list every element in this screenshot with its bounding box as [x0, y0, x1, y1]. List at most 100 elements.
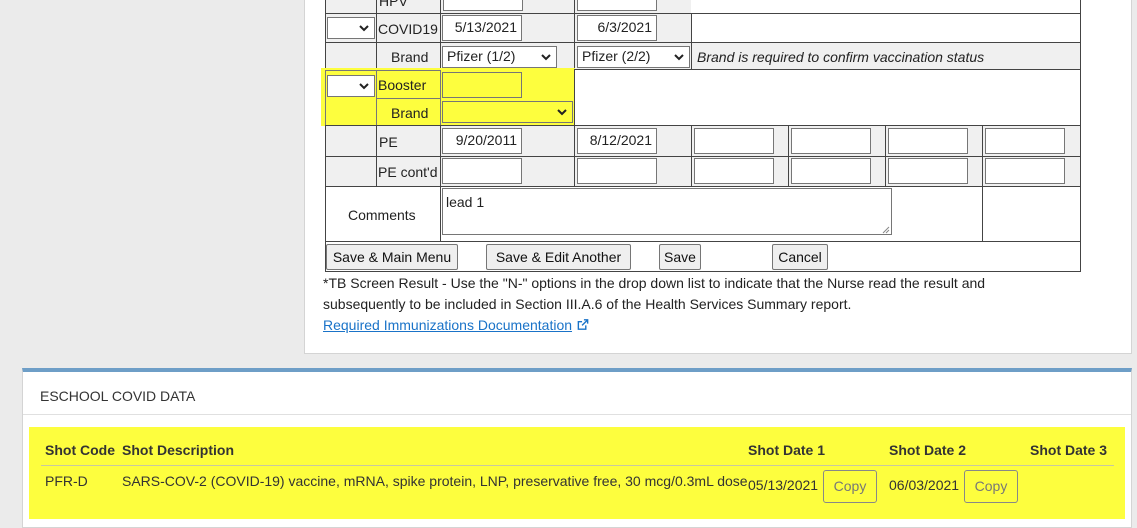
booster-label: Booster [378, 77, 427, 93]
eschool-covid-panel: ESCHOOL COVID DATA Shot Code Shot Descri… [22, 368, 1132, 528]
pe-date6-input[interactable] [985, 128, 1065, 154]
save-button[interactable]: Save [659, 244, 701, 270]
booster-brand-label-cell: Brand [376, 98, 441, 126]
covid-brand1-cell: Pfizer (1/2) [440, 42, 575, 70]
table-row: PFR-D SARS-COV-2 (COVID-19) vaccine, mRN… [23, 468, 1131, 514]
covid-dose2-input[interactable]: 6/3/2021 [577, 15, 657, 41]
pe-contd-d3-cell [691, 156, 789, 187]
pe-contd-d5-cell [885, 156, 983, 187]
booster-brand-select[interactable] [442, 101, 573, 123]
pe-contd-date1-input[interactable] [442, 158, 522, 184]
col-shot-date-1: Shot Date 1 [748, 442, 826, 458]
booster-select-cell [325, 70, 377, 126]
pe-date5-input[interactable] [888, 128, 968, 154]
hpv-dose2-cell [574, 0, 692, 14]
pe-label-cell: PE [376, 125, 441, 157]
pe-contd-date3-input[interactable] [694, 158, 774, 184]
brand-required-note: Brand is required to confirm vaccination… [697, 49, 985, 65]
doc-link-wrapper: Required Immunizations Documentation [323, 315, 590, 336]
covid-brand2-value: Pfizer (2/2) [582, 48, 651, 64]
booster-brand-label: Brand [391, 105, 429, 121]
booster-label-cell: Booster [376, 70, 441, 99]
col-shot-date-2: Shot Date 2 [889, 442, 967, 458]
copy-date-2-button[interactable]: Copy [964, 470, 1018, 503]
pe-spacer [325, 125, 377, 157]
comments-label-cell: Comments [325, 186, 441, 242]
covid-label-cell: COVID19 [376, 13, 441, 43]
covid-brand-label-cell: Brand [376, 42, 441, 70]
save-edit-another-button[interactable]: Save & Edit Another [486, 244, 631, 270]
hpv-dose2-input[interactable] [577, 0, 657, 11]
pe-date4-input[interactable] [791, 128, 871, 154]
comments-textarea[interactable]: lead 1 [442, 188, 892, 235]
pe-d3-cell [691, 125, 789, 157]
hpv-right-border [691, 0, 1081, 14]
covid-brand1-value: Pfizer (1/2) [447, 48, 516, 64]
hpv-dose1-cell [440, 0, 575, 14]
booster-empty-cell [574, 69, 1081, 126]
immunization-form-panel: HPV COVID19 5/13/2021 6/3/2021 Brand Pfi… [304, 0, 1132, 354]
shot-description-cell: SARS-COV-2 (COVID-19) vaccine, mRNA, spi… [122, 473, 748, 489]
covid-brand-note-cell: Brand is required to confirm vaccination… [691, 42, 1081, 70]
pe-d6-cell [982, 125, 1081, 157]
covid-panel-title: ESCHOOL COVID DATA [40, 388, 196, 404]
hpv-label-cell: HPV [376, 0, 441, 14]
pe-contd-d1-cell [440, 156, 575, 187]
col-shot-date-3: Shot Date 3 [1030, 442, 1108, 458]
hpv-dose1-input[interactable] [443, 0, 523, 11]
hpv-label: HPV [379, 0, 408, 9]
pe-contd-date5-input[interactable] [888, 158, 968, 184]
shot-date-1-cell: 05/13/2021 [748, 477, 819, 493]
covid-dose1-cell: 5/13/2021 [440, 13, 575, 43]
comments-label: Comments [348, 207, 416, 223]
tb-footnote-line1: *TB Screen Result - Use the "N-" options… [323, 275, 986, 291]
resize-handle-icon[interactable] [882, 226, 890, 234]
booster-status-select[interactable] [327, 75, 375, 97]
pe-contd-d4-cell [788, 156, 886, 187]
copy-date-1-button[interactable]: Copy [823, 470, 877, 503]
pe-date2-input[interactable]: 8/12/2021 [577, 128, 657, 154]
external-link-icon[interactable] [576, 318, 590, 331]
covid-brand1-select[interactable]: Pfizer (1/2) [442, 46, 557, 68]
pe-contd-label: PE cont'd [378, 164, 438, 180]
chevron-down-icon [557, 109, 567, 116]
pe-date1-input[interactable]: 9/20/2011 [442, 128, 522, 154]
pe-contd-date4-input[interactable] [791, 158, 871, 184]
comments-input-cell: lead 1 [440, 186, 983, 242]
comments-empty-cell [982, 186, 1081, 242]
pe-label: PE [379, 134, 398, 150]
cancel-button[interactable]: Cancel [772, 244, 828, 270]
chevron-down-icon [541, 54, 551, 61]
pe-date3-input[interactable] [694, 128, 774, 154]
covid-dose2-cell: 6/3/2021 [574, 13, 692, 43]
covid-status-select[interactable] [327, 17, 375, 39]
tb-footnote-line2: subsequently to be included in Section I… [323, 296, 852, 312]
hpv-select-cell [325, 0, 377, 14]
covid-brand-label: Brand [391, 49, 429, 65]
pe-contd-date6-input[interactable] [985, 158, 1065, 184]
shot-date-2-cell: 06/03/2021 [889, 477, 960, 493]
chevron-down-icon [359, 25, 369, 32]
pe-d2-cell: 8/12/2021 [574, 125, 692, 157]
covid-select-cell [325, 13, 377, 43]
required-immunizations-doc-link[interactable]: Required Immunizations Documentation [323, 317, 572, 333]
pe-contd-spacer [325, 156, 377, 187]
chevron-down-icon [359, 83, 369, 90]
covid-empty-cell [691, 13, 1081, 43]
covid-brand-spacer [325, 42, 377, 70]
save-main-menu-button[interactable]: Save & Main Menu [326, 244, 458, 270]
col-shot-code: Shot Code [45, 442, 115, 458]
shot-code-cell: PFR-D [45, 473, 88, 489]
pe-contd-d6-cell [982, 156, 1081, 187]
pe-contd-date2-input[interactable] [577, 158, 657, 184]
covid-brand2-cell: Pfizer (2/2) [574, 42, 692, 70]
pe-d1-cell: 9/20/2011 [440, 125, 575, 157]
col-shot-description: Shot Description [122, 442, 235, 458]
pe-contd-d2-cell [574, 156, 692, 187]
covid-dose1-input[interactable]: 5/13/2021 [442, 15, 522, 41]
covid-label: COVID19 [378, 21, 438, 37]
pe-contd-label-cell: PE cont'd [376, 156, 441, 187]
booster-date-input[interactable] [442, 72, 522, 98]
covid-brand2-select[interactable]: Pfizer (2/2) [577, 46, 690, 68]
pe-d4-cell [788, 125, 886, 157]
